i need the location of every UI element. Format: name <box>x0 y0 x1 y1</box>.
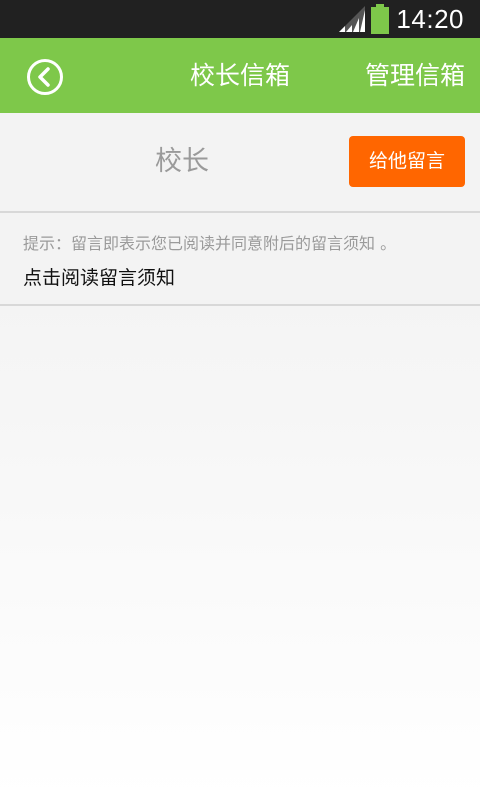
leave-message-button[interactable]: 给他留言 <box>349 136 465 187</box>
principal-name: 校长 <box>155 146 209 177</box>
signal-icon <box>339 6 365 32</box>
manage-mailbox-link[interactable]: 管理信箱 <box>365 38 465 113</box>
back-button[interactable] <box>26 58 64 96</box>
principal-row: 校长 给他留言 <box>0 113 480 213</box>
status-bar: 14:20 <box>0 0 480 38</box>
battery-icon <box>371 4 389 34</box>
status-time: 14:20 <box>396 4 464 34</box>
notice-hint: 提示：留言即表示您已阅读并同意附后的留言须知 。 <box>23 234 397 253</box>
notice-section: 提示：留言即表示您已阅读并同意附后的留言须知 。 点击阅读留言须知 <box>0 213 480 306</box>
page-title: 校长信箱 <box>189 61 290 90</box>
app-bar: 校长信箱 管理信箱 <box>0 38 480 113</box>
back-icon <box>27 59 63 95</box>
read-notice-link[interactable]: 点击阅读留言须知 <box>23 263 175 290</box>
